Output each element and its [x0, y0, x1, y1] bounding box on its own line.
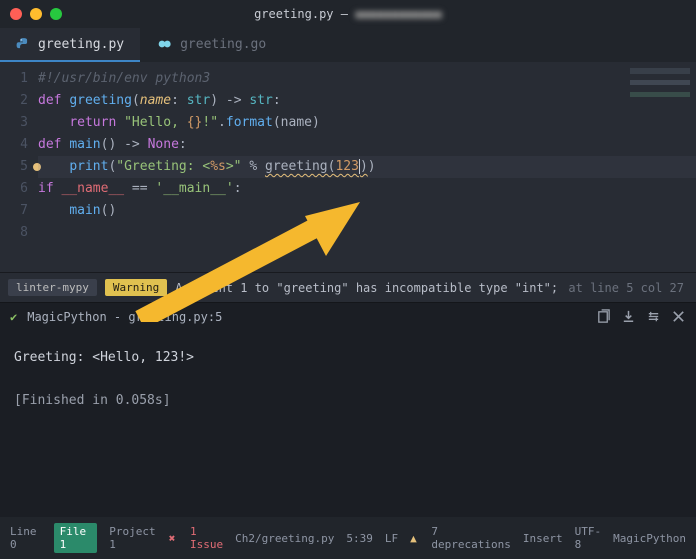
status-line[interactable]: Line 0	[10, 525, 42, 551]
code-line[interactable]: #!/usr/bin/env python3	[38, 68, 696, 90]
warning-icon: ▲	[410, 532, 417, 545]
code-line[interactable]: def greeting(name: str) -> str:	[38, 90, 696, 112]
status-bar: Line 0 File 1 Project 1 ✖ 1 Issue Ch2/gr…	[0, 517, 696, 559]
lint-message: Argument 1 to "greeting" has incompatibl…	[175, 281, 560, 295]
lint-location: at line 5 col 27	[568, 281, 688, 295]
status-path[interactable]: Ch2/greeting.py	[235, 532, 334, 545]
tab-greeting-go[interactable]: greeting.go	[140, 28, 282, 62]
status-grammar[interactable]: MagicPython	[613, 532, 686, 545]
line-gutter: 12345678	[0, 62, 38, 272]
check-icon: ✔	[10, 310, 17, 324]
script-status-text: MagicPython - greeting.py:5	[27, 310, 222, 324]
settings-icon[interactable]	[646, 309, 661, 324]
status-mode[interactable]: Insert	[523, 532, 563, 545]
lint-source-chip[interactable]: linter-mypy	[8, 279, 97, 296]
lint-severity-chip[interactable]: Warning	[105, 279, 167, 296]
python-icon	[16, 37, 30, 51]
tab-bar: greeting.py greeting.go	[0, 28, 696, 62]
titlebar: greeting.py — ■■■■■■■■■■■■	[0, 0, 696, 28]
status-deprecations[interactable]: ▲ 7 deprecations	[410, 525, 511, 551]
copy-icon[interactable]	[596, 309, 611, 324]
script-status-bar: ✔ MagicPython - greeting.py:5	[0, 302, 696, 330]
tab-label: greeting.py	[38, 37, 124, 52]
status-eol[interactable]: LF	[385, 532, 398, 545]
code-line[interactable]: print("Greeting: <%s>" % greeting(123))	[38, 156, 696, 178]
status-encoding[interactable]: UTF-8	[575, 525, 602, 551]
go-icon	[156, 37, 172, 51]
download-icon[interactable]	[621, 309, 636, 324]
status-file-badge[interactable]: File 1	[54, 523, 98, 553]
minimap[interactable]	[630, 68, 690, 128]
tab-greeting-py[interactable]: greeting.py	[0, 28, 140, 62]
output-panel[interactable]: Greeting: <Hello, 123!> [Finished in 0.0…	[0, 330, 696, 517]
code-area[interactable]: #!/usr/bin/env python3def greeting(name:…	[38, 62, 696, 272]
status-project[interactable]: Project 1	[109, 525, 156, 551]
lint-panel: linter-mypy Warning Argument 1 to "greet…	[0, 272, 696, 302]
code-line[interactable]: def main() -> None:	[38, 134, 696, 156]
tab-label: greeting.go	[180, 37, 266, 52]
window-title: greeting.py — ■■■■■■■■■■■■	[0, 7, 696, 21]
code-line[interactable]: if __name__ == '__main__':	[38, 178, 696, 200]
output-line: Greeting: <Hello, 123!>	[14, 350, 682, 365]
editor-pane[interactable]: 12345678 #!/usr/bin/env python3def greet…	[0, 62, 696, 272]
code-line[interactable]: main()	[38, 200, 696, 222]
code-line[interactable]: return "Hello, {}!".format(name)	[38, 112, 696, 134]
status-cursor-pos[interactable]: 5:39	[346, 532, 373, 545]
output-finished: [Finished in 0.058s]	[14, 393, 682, 408]
issue-x-icon: ✖	[169, 532, 176, 545]
close-icon[interactable]	[671, 309, 686, 324]
status-issues[interactable]: ✖ 1 Issue	[169, 525, 223, 551]
